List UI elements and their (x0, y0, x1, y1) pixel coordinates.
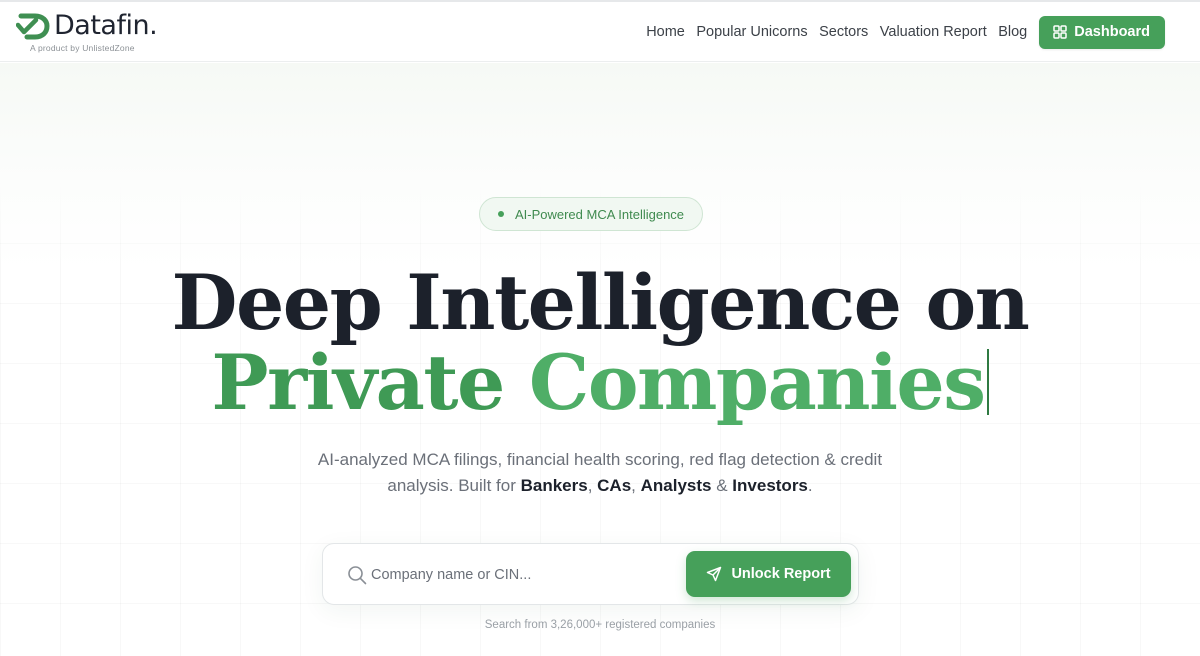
hero-section: AI-Powered MCA Intelligence Deep Intelli… (0, 63, 1200, 656)
nav-sectors[interactable]: Sectors (819, 15, 868, 49)
dashboard-button[interactable]: Dashboard (1039, 15, 1165, 49)
brand-name: Datafin. (54, 10, 158, 41)
company-search-input[interactable] (371, 560, 671, 590)
nav-home[interactable]: Home (646, 15, 685, 49)
hero-subtitle: AI-analyzed MCA filings, financial healt… (300, 447, 900, 499)
brand-tagline: A product by UnlistedZone (30, 43, 135, 53)
datafin-logo-icon (16, 13, 50, 40)
audience-sep-3: & (711, 476, 733, 495)
headline-line-2: Private Companies (0, 338, 1200, 428)
company-search-box: Unlock Report (322, 543, 859, 605)
site-header: Datafin. A product by UnlistedZone Home … (0, 2, 1200, 62)
grid-icon (1053, 25, 1067, 39)
headline-word-companies: Companies (528, 338, 986, 427)
unlock-report-label: Unlock Report (731, 566, 831, 582)
subtitle-end: . (807, 476, 813, 495)
badge-dot-icon (497, 211, 504, 217)
search-note: Search from 3,26,000+ registered compani… (484, 619, 716, 631)
audience-investors: Investors (732, 476, 808, 495)
audience-sep-1: , (587, 476, 598, 495)
audience-cas: CAs (597, 476, 632, 495)
main-nav: Home Popular Unicorns Sectors Valuation … (646, 15, 1165, 49)
headline-word-private: Private (211, 338, 505, 427)
badge-label: AI-Powered MCA Intelligence (514, 206, 685, 222)
nav-blog[interactable]: Blog (998, 15, 1027, 49)
brand-logo[interactable]: Datafin. A product by UnlistedZone (16, 10, 176, 56)
dashboard-label: Dashboard (1074, 24, 1150, 40)
nav-valuation-report[interactable]: Valuation Report (880, 15, 987, 49)
nav-popular-unicorns[interactable]: Popular Unicorns (696, 15, 807, 49)
audience-bankers: Bankers (520, 476, 588, 495)
headline-line-1: Deep Intelligence on (171, 258, 1030, 347)
audience-sep-2: , (631, 476, 641, 495)
ai-badge: AI-Powered MCA Intelligence (479, 197, 703, 231)
unlock-report-button[interactable]: Unlock Report (686, 551, 851, 597)
audience-analysts: Analysts (640, 476, 712, 495)
send-icon (707, 566, 722, 582)
typing-caret (986, 349, 989, 415)
search-icon (348, 566, 367, 585)
